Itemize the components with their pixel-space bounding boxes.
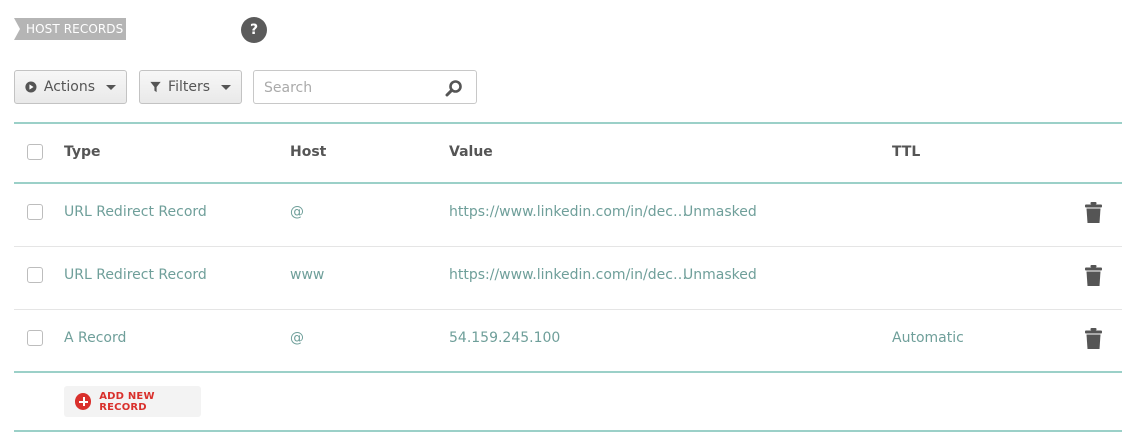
select-all-checkbox[interactable] xyxy=(27,144,43,160)
column-header-ttl: TTL xyxy=(892,144,921,160)
record-type[interactable]: A Record xyxy=(64,330,126,346)
section-title: HOST RECORDS xyxy=(14,18,126,40)
search-field xyxy=(253,70,477,104)
search-input[interactable] xyxy=(262,78,436,98)
trash-icon[interactable] xyxy=(1085,328,1102,349)
row-checkbox[interactable] xyxy=(27,204,43,220)
chevron-down-icon xyxy=(106,84,116,90)
row-checkbox[interactable] xyxy=(27,330,43,346)
footer-rule xyxy=(14,430,1122,432)
record-host[interactable]: @ xyxy=(290,204,304,220)
table-bottom-rule xyxy=(14,371,1122,373)
add-new-record-label: ADD NEW RECORD xyxy=(99,390,155,413)
actions-button[interactable]: Actions xyxy=(14,70,127,104)
record-host[interactable]: www xyxy=(290,267,324,283)
help-icon[interactable]: ? xyxy=(241,17,267,43)
search-icon[interactable] xyxy=(445,79,463,97)
record-value[interactable]: https://www.linkedin.com/in/dec… xyxy=(449,267,687,283)
column-header-host: Host xyxy=(290,144,327,160)
chevron-down-icon xyxy=(221,84,231,90)
play-circle-icon xyxy=(25,81,37,93)
filters-button[interactable]: Filters xyxy=(139,70,242,104)
actions-label: Actions xyxy=(43,79,95,95)
redirect-mode[interactable]: Unmasked xyxy=(683,204,757,220)
column-header-type: Type xyxy=(64,144,101,160)
funnel-icon xyxy=(150,81,161,93)
header-divider xyxy=(14,182,1122,184)
table-top-rule xyxy=(14,122,1122,124)
record-ttl[interactable]: Automatic xyxy=(892,330,964,346)
add-new-record-button[interactable]: ADD NEW RECORD xyxy=(64,386,201,417)
record-value[interactable]: https://www.linkedin.com/in/dec… xyxy=(449,204,687,220)
row-checkbox[interactable] xyxy=(27,267,43,283)
redirect-mode[interactable]: Unmasked xyxy=(683,267,757,283)
record-value[interactable]: 54.159.245.100 xyxy=(449,330,560,346)
plus-circle-icon xyxy=(75,393,92,410)
row-divider xyxy=(14,246,1122,247)
column-header-value: Value xyxy=(449,144,493,160)
record-type[interactable]: URL Redirect Record xyxy=(64,267,207,283)
filters-label: Filters xyxy=(168,79,210,95)
trash-icon[interactable] xyxy=(1085,202,1102,223)
record-host[interactable]: @ xyxy=(290,330,304,346)
row-divider xyxy=(14,309,1122,310)
trash-icon[interactable] xyxy=(1085,265,1102,286)
record-type[interactable]: URL Redirect Record xyxy=(64,204,207,220)
